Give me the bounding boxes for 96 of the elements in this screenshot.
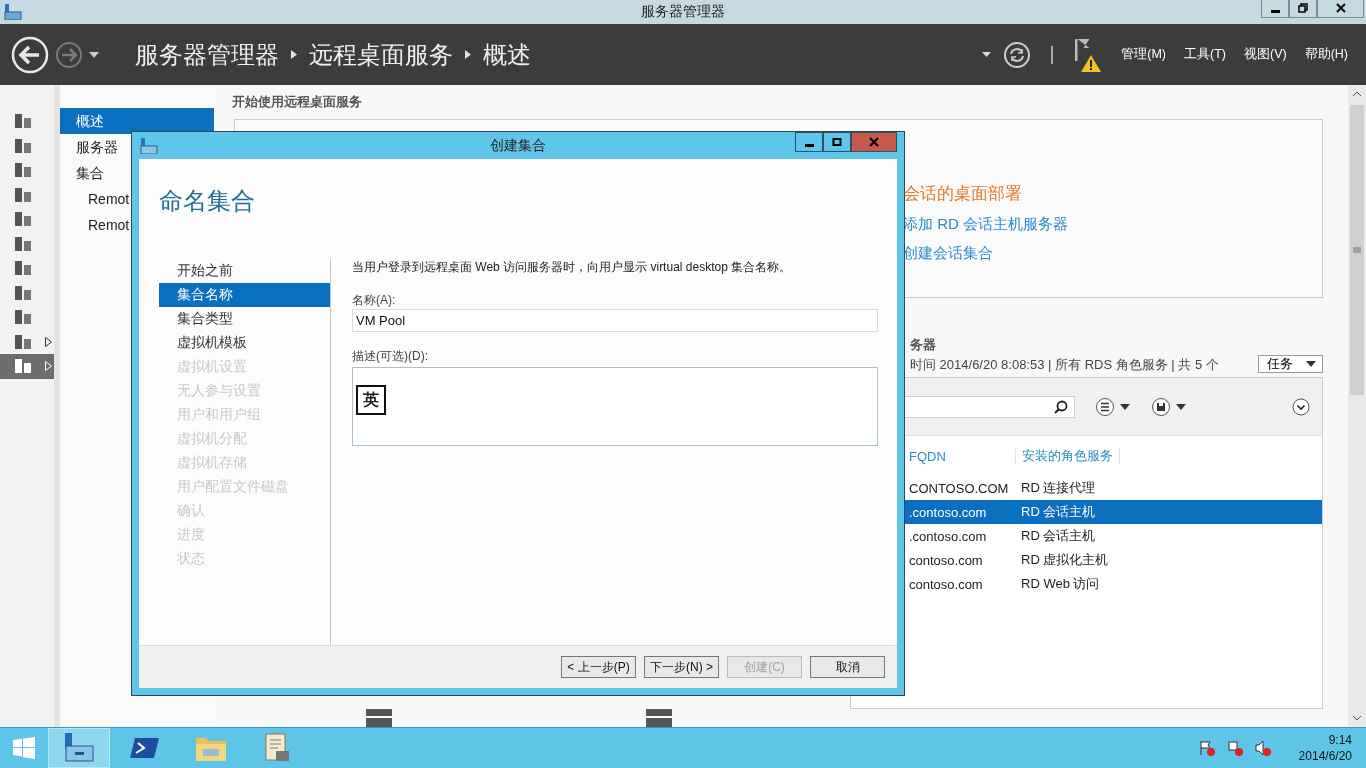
field-label: 描述(可选)(D): — [352, 348, 429, 365]
clock-date[interactable]: 2014/6/20 — [1298, 748, 1352, 764]
wizard-step[interactable]: 集合类型 — [159, 307, 330, 331]
table-cell-text: .contoso.com — [908, 504, 988, 520]
instruction-text: 当用户登录到远程桌面 Web 访问服务器时，向用户显示 virtual desktop 集合名称。 — [352, 259, 793, 276]
nav-item[interactable]: 概述 — [60, 108, 214, 134]
tile-icon — [14, 358, 32, 375]
table-cell-text: RD 连接代理 — [1020, 479, 1097, 497]
restore-button[interactable] — [1289, 0, 1317, 18]
breadcrumb-item[interactable]: 远程桌面服务 — [309, 38, 453, 71]
flag-warning-icon[interactable] — [1073, 36, 1104, 73]
close-icon — [869, 137, 879, 147]
tile-icon — [14, 284, 32, 301]
refresh-status-text: 时间 2014/6/20 8:08:53 | 所有 RDS 角色服务 | 共 5 个 — [910, 356, 1219, 374]
maximize-button[interactable] — [823, 132, 851, 152]
collapse-icon[interactable] — [1292, 397, 1310, 416]
list-options-icon[interactable] — [1095, 396, 1131, 417]
restore-icon — [1298, 3, 1308, 13]
scroll-up-icon[interactable] — [1352, 91, 1362, 97]
table-cell-text: contoso.com — [908, 552, 984, 568]
maximize-icon — [832, 137, 842, 147]
minimize-icon — [804, 143, 814, 147]
scroll-down-icon[interactable] — [1352, 715, 1362, 721]
minimize-button[interactable] — [795, 132, 823, 152]
rail-item[interactable] — [0, 354, 54, 379]
terminal-icon — [130, 736, 160, 760]
minimize-icon — [1270, 9, 1280, 13]
section-title: 会话的桌面部署 — [903, 183, 1022, 205]
chevron-icon — [291, 50, 297, 59]
server-manager-icon — [4, 4, 22, 20]
menu-item[interactable]: 管理(M) — [1121, 46, 1166, 63]
section-title: 务器 — [910, 336, 937, 354]
wizard-step[interactable]: 集合名称 — [159, 283, 330, 307]
tile-icon — [14, 235, 32, 252]
chevron-icon — [465, 50, 471, 59]
server-icon — [366, 709, 392, 727]
server-icon — [646, 709, 672, 727]
tasks-dropdown[interactable]: 任务 — [1258, 355, 1323, 373]
close-button[interactable] — [1317, 0, 1364, 18]
menu-item[interactable]: 帮助(H) — [1304, 46, 1348, 63]
field-label: 名称(A): — [352, 292, 397, 309]
expand-icon[interactable] — [45, 336, 52, 347]
dropdown-icon[interactable] — [982, 52, 992, 57]
page-heading: 命名集合 — [158, 186, 256, 216]
table-cell-text: contoso.com — [908, 576, 984, 592]
tile-icon — [14, 186, 32, 203]
name-field[interactable]: VM Pool — [352, 309, 878, 332]
speaker-icon[interactable] — [1254, 740, 1271, 756]
window-title: 服务器管理器 — [641, 3, 725, 21]
column-header[interactable]: 安装的角色服务 — [1016, 447, 1120, 465]
flag-icon[interactable] — [1198, 740, 1215, 756]
scroll-thumb[interactable] — [1350, 105, 1364, 395]
dropdown-icon[interactable] — [89, 51, 99, 58]
wizard-button[interactable]: < 上一步(P) — [561, 656, 636, 678]
server-manager-icon — [63, 733, 95, 763]
minimize-button[interactable] — [1261, 0, 1289, 18]
wizard-step[interactable]: 虚拟机模板 — [159, 331, 330, 355]
breadcrumb-item[interactable]: 概述 — [483, 38, 531, 71]
ime-indicator: 英 — [356, 385, 386, 415]
windows-logo-icon — [13, 737, 35, 759]
clock-time[interactable]: 9:14 — [1328, 732, 1352, 748]
caret-icon — [1306, 361, 1316, 367]
breadcrumb-item[interactable]: 服务器管理器 — [135, 38, 279, 71]
taskbar-app[interactable] — [48, 728, 110, 768]
table-cell-text: RD 会话主机 — [1020, 527, 1097, 545]
forward-icon[interactable] — [55, 40, 83, 69]
section-heading: 开始使用远程桌面服务 — [232, 93, 363, 111]
tile-icon — [14, 137, 32, 154]
back-icon[interactable] — [11, 35, 49, 74]
tile-icon — [14, 260, 32, 277]
tile-icon — [14, 333, 32, 350]
table-cell-text: .contoso.com — [908, 528, 988, 544]
tile-icon — [14, 162, 32, 179]
network-icon[interactable] — [1226, 740, 1243, 756]
tile-icon — [14, 309, 32, 326]
table-cell-text: RD Web 访问 — [1020, 575, 1101, 593]
wizard-step[interactable]: 开始之前 — [159, 259, 330, 283]
menu-item[interactable]: 工具(T) — [1184, 46, 1226, 63]
wizard-button[interactable]: 下一步(N) > — [644, 656, 719, 678]
refresh-icon[interactable] — [1003, 40, 1032, 69]
wizard-button[interactable]: 取消 — [810, 656, 885, 678]
close-icon — [1335, 3, 1346, 13]
search-icon — [1054, 399, 1068, 414]
task-link[interactable]: 创建会话集合 — [903, 244, 993, 263]
dialog-title: 创建集合 — [490, 136, 546, 155]
menu-item[interactable]: 视图(V) — [1243, 46, 1287, 63]
tile-icon — [14, 113, 32, 130]
table-cell-text: RD 虚拟化主机 — [1020, 551, 1110, 569]
table-cell-text: CONTOSO.COM — [908, 480, 1010, 496]
table-cell-text: RD 会话主机 — [1020, 503, 1097, 521]
scrollbar[interactable] — [1348, 85, 1366, 727]
save-options-icon[interactable] — [1151, 396, 1187, 417]
description-field[interactable]: 英 — [352, 367, 878, 446]
document-icon — [263, 733, 291, 763]
server-manager-icon — [140, 137, 158, 154]
tile-icon — [14, 211, 32, 228]
